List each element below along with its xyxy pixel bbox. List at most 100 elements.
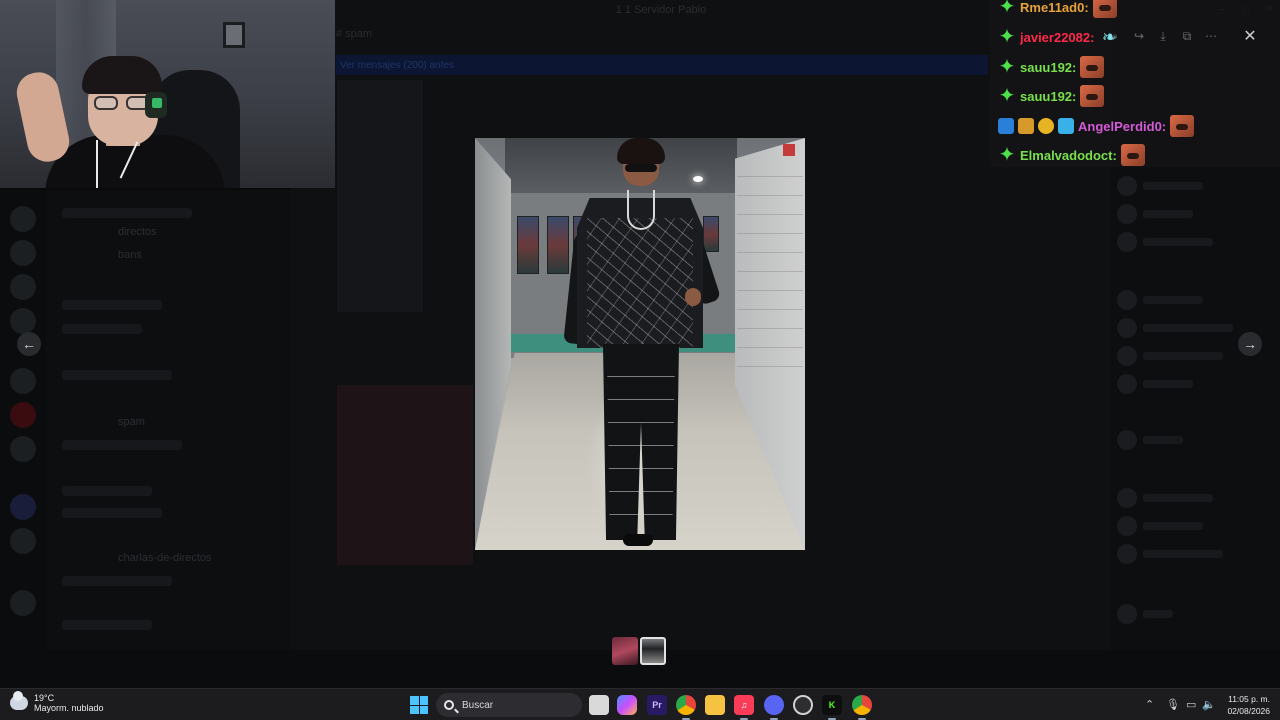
chat-username: javier22082: bbox=[1020, 29, 1095, 45]
member-name[interactable] bbox=[1143, 610, 1173, 618]
chat-message: ✦ Elmalvadodoct: bbox=[998, 142, 1145, 168]
unread-banner[interactable]: Ver mensajes (200) antes bbox=[336, 55, 988, 75]
embed-image-card[interactable] bbox=[337, 385, 473, 565]
kick-icon[interactable]: K bbox=[822, 695, 842, 720]
chat-message: AngelPerdid0: bbox=[998, 113, 1195, 139]
member-name[interactable] bbox=[1143, 380, 1193, 388]
channel-item-label[interactable]: bans bbox=[118, 249, 142, 261]
member-avatar[interactable] bbox=[1117, 318, 1137, 338]
member-name[interactable] bbox=[1143, 238, 1213, 246]
window-title: 1 1 Servidor Pablo bbox=[615, 4, 707, 16]
server-icon[interactable] bbox=[10, 206, 36, 232]
volume-icon[interactable]: 🔈 bbox=[1202, 698, 1216, 712]
channel-item[interactable] bbox=[62, 300, 162, 310]
server-icon[interactable] bbox=[10, 240, 36, 266]
server-icon[interactable] bbox=[10, 274, 36, 300]
channel-item-label[interactable]: directos bbox=[118, 226, 157, 238]
member-avatar[interactable] bbox=[1117, 430, 1137, 450]
embed-image-card[interactable] bbox=[337, 80, 423, 312]
photo-wall-lines bbox=[737, 158, 803, 368]
streamer-hair bbox=[82, 56, 162, 94]
chat-username: Rme11ad0: bbox=[1020, 0, 1089, 15]
channel-item[interactable] bbox=[62, 486, 152, 496]
weather-desc: Mayorm. nublado bbox=[34, 703, 104, 713]
member-avatar[interactable] bbox=[1117, 232, 1137, 252]
member-avatar[interactable] bbox=[1117, 290, 1137, 310]
member-avatar[interactable] bbox=[1117, 516, 1137, 536]
network-icon[interactable]: ▭ bbox=[1186, 698, 1196, 712]
member-name[interactable] bbox=[1143, 522, 1203, 530]
stream-chat-overlay: ✦ Rme11ad0: ✦ javier22082: ❧ ✦ sauu192: … bbox=[990, 0, 1280, 167]
microphone-icon[interactable]: 🎙 bbox=[1166, 698, 1180, 712]
member-avatar[interactable] bbox=[1117, 204, 1137, 224]
channel-item[interactable] bbox=[62, 440, 182, 450]
server-icon[interactable] bbox=[10, 528, 36, 554]
photo-person-hand bbox=[685, 288, 701, 306]
server-icon[interactable] bbox=[10, 368, 36, 394]
more-icon[interactable]: ⋯ bbox=[1204, 29, 1218, 43]
copilot-icon[interactable] bbox=[617, 695, 637, 715]
channel-item[interactable] bbox=[62, 508, 162, 518]
server-icon[interactable] bbox=[10, 436, 36, 462]
channel-item-label[interactable]: charlas-de-directos bbox=[118, 552, 212, 564]
photo-shirt-pattern bbox=[587, 218, 693, 348]
chat-username: sauu192: bbox=[1020, 88, 1077, 104]
premiere-icon[interactable]: Pr bbox=[647, 695, 667, 715]
channel-item[interactable] bbox=[62, 370, 172, 380]
task-view-icon[interactable] bbox=[589, 695, 609, 715]
taskbar-search[interactable]: Buscar bbox=[436, 693, 582, 717]
member-avatar[interactable] bbox=[1117, 346, 1137, 366]
server-icon[interactable] bbox=[10, 494, 36, 520]
member-avatar[interactable] bbox=[1117, 488, 1137, 508]
clock-time: 11:05 p. m. bbox=[1228, 694, 1270, 704]
discord-icon[interactable] bbox=[764, 695, 784, 720]
star-badge-icon: ✦ bbox=[998, 26, 1016, 48]
viewer-image[interactable] bbox=[475, 138, 805, 550]
windows-start-icon[interactable] bbox=[410, 696, 428, 714]
member-name[interactable] bbox=[1143, 182, 1203, 190]
member-name[interactable] bbox=[1143, 210, 1193, 218]
member-avatar[interactable] bbox=[1117, 544, 1137, 564]
open-external-icon[interactable]: ⧉ bbox=[1180, 29, 1194, 43]
thumbnail-selected[interactable] bbox=[640, 637, 666, 665]
close-icon[interactable]: ✕ bbox=[1240, 27, 1260, 47]
crown-badge-icon bbox=[1018, 118, 1034, 134]
emote-icon bbox=[1092, 0, 1117, 18]
member-avatar[interactable] bbox=[1117, 176, 1137, 196]
arrow-left-icon[interactable]: ← bbox=[17, 332, 41, 356]
obs-icon[interactable] bbox=[793, 695, 813, 715]
channel-item-label[interactable]: spam bbox=[118, 416, 145, 428]
weather-widget[interactable]: 19°C Mayorm. nublado bbox=[10, 691, 104, 713]
chevron-up-icon[interactable]: ⌃ bbox=[1145, 698, 1154, 712]
arrow-right-icon[interactable]: → bbox=[1238, 332, 1262, 356]
member-name[interactable] bbox=[1143, 352, 1223, 360]
chat-username: sauu192: bbox=[1020, 59, 1077, 75]
member-name[interactable] bbox=[1143, 494, 1213, 502]
channel-item[interactable] bbox=[62, 324, 142, 334]
chrome-profile-icon[interactable] bbox=[852, 695, 872, 720]
member-avatar[interactable] bbox=[1117, 374, 1137, 394]
server-icon[interactable] bbox=[10, 308, 36, 334]
clock[interactable]: 11:05 p. m. 02/08/2026 bbox=[1220, 693, 1270, 717]
channel-item[interactable] bbox=[62, 576, 172, 586]
headset-led bbox=[152, 98, 162, 108]
music-icon[interactable]: ♫ bbox=[734, 695, 754, 720]
zoom-icon[interactable]: ⌕ bbox=[1108, 29, 1122, 43]
member-name[interactable] bbox=[1143, 436, 1183, 444]
member-name[interactable] bbox=[1143, 324, 1233, 332]
earphone-cable bbox=[96, 140, 98, 188]
member-name[interactable] bbox=[1143, 296, 1203, 304]
member-name[interactable] bbox=[1143, 550, 1223, 558]
server-icon[interactable] bbox=[10, 402, 36, 428]
file-explorer-icon[interactable] bbox=[705, 695, 725, 715]
star-badge-icon: ✦ bbox=[998, 0, 1016, 18]
channel-item[interactable] bbox=[62, 208, 192, 218]
member-avatar[interactable] bbox=[1117, 604, 1137, 624]
chrome-icon[interactable] bbox=[676, 695, 696, 720]
forward-icon[interactable]: ↪ bbox=[1132, 29, 1146, 43]
server-icon[interactable] bbox=[10, 590, 36, 616]
thumbnail[interactable] bbox=[612, 637, 638, 665]
emote-icon bbox=[1080, 56, 1105, 78]
channel-item[interactable] bbox=[62, 620, 152, 630]
download-icon[interactable]: ⤓ bbox=[1156, 29, 1170, 43]
